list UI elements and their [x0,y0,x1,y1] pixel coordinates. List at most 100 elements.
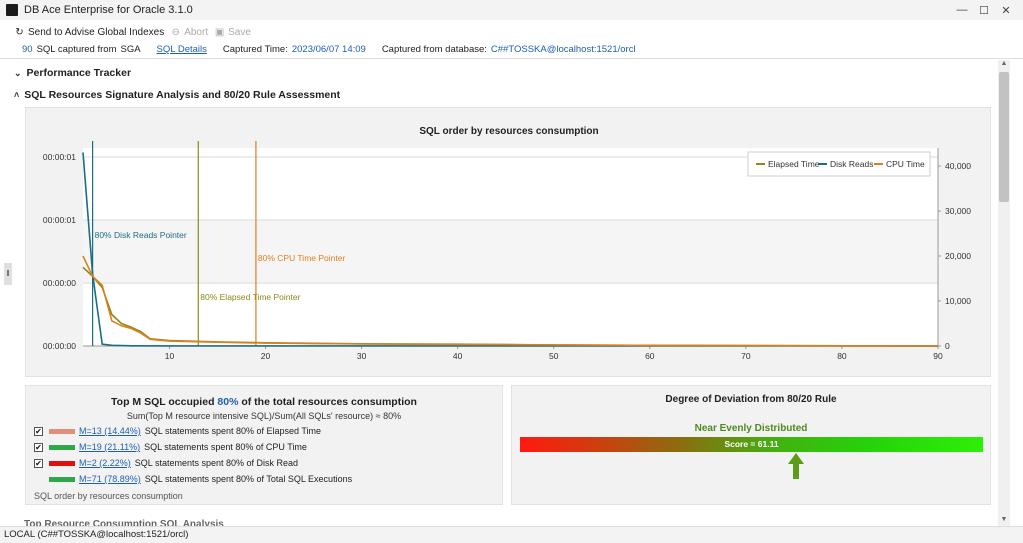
top-m-row-disk: ✔ M=2 (2.22%) SQL statements spent 80% o… [34,458,298,468]
divider [0,58,1023,59]
minimize-button[interactable]: — [951,4,973,16]
executions-swatch [49,476,75,482]
abort-label: Abort [184,27,209,38]
app-logo-icon [6,4,18,16]
disk-swatch [49,460,75,466]
send-icon: ↻ [15,27,24,38]
advise-global-indexes-button[interactable]: ↻ Send to Advise Global Indexes [14,27,164,38]
executions-checkbox [34,475,43,484]
save-label: Save [228,27,251,38]
resource-consumption-chart: 00:00:01 00:00:01 00:00:00 00:00:00 10 20 30 40… [43,141,971,361]
executions-row-text: SQL statements spent 80% of Total SQL Ex… [144,474,353,484]
y-right-tick-label: 40,000 [945,161,971,171]
resource-chart-panel: SQL order by resources consumption 00:00… [25,107,991,377]
maximize-button[interactable]: ☐ [973,4,995,17]
close-button[interactable]: ✕ [995,4,1017,17]
sql-details-link[interactable]: SQL Details [157,44,207,55]
y-right-tick-label: 20,000 [945,251,971,261]
arrow-up-icon [788,453,804,479]
top-m-row-elapsed: ✔ M=13 (14.44%) SQL statements spent 80%… [34,426,321,436]
x-tick-label: 60 [645,351,655,361]
elapsed-row-text: SQL statements spent 80% of Elapsed Time [144,426,322,436]
next-section-header[interactable]: Top Resource Consumption SQL Analysis [24,519,224,526]
y-right-tick-label: 0 [945,341,950,351]
legend-label: Disk Reads [830,159,873,169]
deviation-score-bar: Score = 61.11 [520,437,983,452]
score-text: Score = 61.11 [724,439,779,449]
captured-db-value: C##TOSSKA@localhost:1521/orcl [490,44,636,55]
y-left-tick-label: 00:00:01 [43,152,76,162]
elapsed-m-link[interactable]: M=13 (14.44%) [79,426,141,436]
save-button[interactable]: ▣ Save [214,27,251,38]
toolbar: ↻ Send to Advise Global Indexes ⊖ Abort … [14,27,251,38]
section-title: Performance Tracker [26,67,132,79]
section-title: SQL Resources Signature Analysis and 80/… [24,89,341,101]
scroll-up-icon[interactable]: ▲ [998,60,1010,70]
capture-source: SGA [120,44,141,55]
top-m-row-cpu: ✔ M=19 (21.11%) SQL statements spent 80%… [34,442,307,452]
disk-row-text: SQL statements spent 80% of Disk Read [134,458,299,468]
pointer-label: 80% Disk Reads Pointer [95,230,187,240]
top-m-title-pre: Top M SQL occupied [111,396,215,408]
executions-m-link[interactable]: M=71 (78.89%) [79,474,141,484]
chevron-up-icon: ˄ [14,90,20,100]
x-tick-label: 20 [261,351,271,361]
x-tick-label: 30 [357,351,367,361]
advise-label: Send to Advise Global Indexes [28,27,165,38]
pointer-label: 80% CPU Time Pointer [258,253,346,263]
scroll-down-icon[interactable]: ▼ [998,516,1010,526]
x-tick-label: 10 [165,351,175,361]
top-m-subtitle: Sum(Top M resource intensive SQL)/Sum(Al… [126,411,402,421]
deviation-panel: Degree of Deviation from 80/20 Rule Near… [511,385,991,505]
top-m-sql-panel: Top M SQL occupied 80% of the total reso… [25,385,503,505]
scroll-thumb[interactable] [999,72,1009,202]
chart-legend: Elapsed Time Disk Reads CPU Time [747,151,931,177]
captured-from-label: SQL captured from [36,44,117,55]
disk-checkbox[interactable]: ✔ [34,458,43,468]
side-panel-handle[interactable]: ‖ [4,263,12,285]
y-right-tick-label: 30,000 [945,206,971,216]
y-right-tick-label: 10,000 [945,296,971,306]
pointer-label: 80% Elapsed Time Pointer [200,292,300,302]
x-tick-label: 90 [933,351,943,361]
abort-icon: ⊖ [171,27,180,38]
cpu-m-link[interactable]: M=19 (21.11%) [79,442,140,452]
capture-info-bar: 90 SQL captured from SGA SQL Details Cap… [22,44,636,55]
captured-db-label: Captured from database: [381,44,487,55]
sql-count: 90 [22,44,33,55]
elapsed-swatch [49,428,75,434]
window-controls: — ☐ ✕ [951,0,1017,20]
x-tick-label: 70 [741,351,751,361]
top-m-title-post: of the total resources consumption [241,396,417,408]
x-tick-label: 50 [549,351,559,361]
signature-analysis-header[interactable]: ˄ SQL Resources Signature Analysis and 8… [14,89,340,101]
legend-label: CPU Time [886,159,925,169]
connection-status: LOCAL (C##TOSSKA@localhost:1521/orcl) [4,529,189,540]
elapsed-checkbox[interactable]: ✔ [34,426,43,436]
top-m-title: Top M SQL occupied 80% of the total reso… [26,396,502,408]
disk-m-link[interactable]: M=2 (2.22%) [79,458,131,468]
window-title: DB Ace Enterprise for Oracle 3.1.0 [24,4,193,16]
top-m-title-pct: 80% [217,396,239,408]
deviation-title: Degree of Deviation from 80/20 Rule [665,394,837,405]
performance-tracker-header[interactable]: ⌄ Performance Tracker [14,67,131,79]
y-left-tick-label: 00:00:00 [43,278,76,288]
cpu-checkbox[interactable]: ✔ [34,442,43,452]
abort-button[interactable]: ⊖ Abort [170,27,209,38]
captured-time-value: 2023/06/07 14:09 [291,44,366,55]
captured-time-label: Captured Time: [222,44,288,55]
x-tick-label: 80 [837,351,847,361]
chevron-down-icon: ⌄ [14,67,22,78]
deviation-label: Near Evenly Distributed [694,423,808,434]
top-m-row-executions: M=71 (78.89%) SQL statements spent 80% o… [34,474,352,484]
cpu-swatch [49,444,75,450]
save-icon: ▣ [214,27,225,38]
y-left-tick-label: 00:00:01 [43,215,76,225]
legend-label: Elapsed Time [768,159,820,169]
cpu-row-text: SQL statements spent 80% of CPU Time [144,442,307,452]
vertical-scrollbar[interactable]: ▲ ▼ [998,60,1010,526]
y-left-tick-label: 00:00:00 [43,341,76,351]
title-bar: DB Ace Enterprise for Oracle 3.1.0 — ☐ ✕ [0,0,1023,20]
x-tick-label: 40 [453,351,463,361]
top-m-footer: SQL order by resources consumption [34,491,183,501]
